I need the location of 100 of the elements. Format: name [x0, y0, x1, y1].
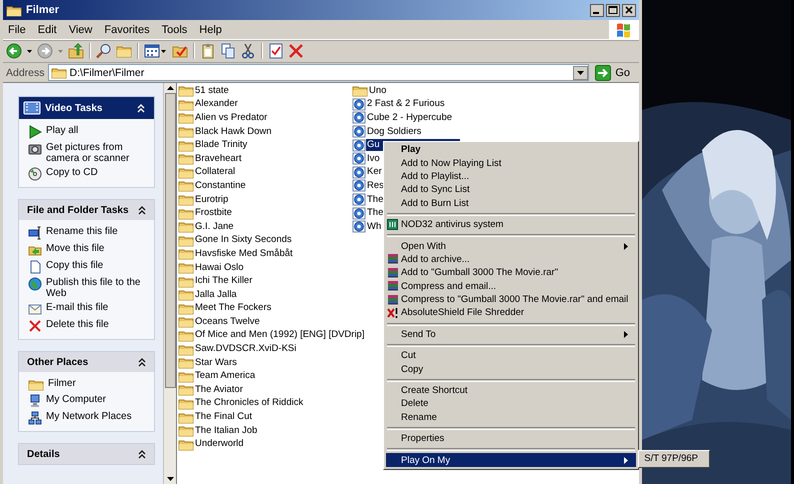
back-button[interactable] [6, 43, 22, 59]
menu-item[interactable]: Tools [156, 24, 194, 36]
menu-item[interactable]: Play On My [386, 453, 636, 467]
folder-name[interactable]: Star Wars [194, 356, 238, 369]
folder-name[interactable]: The Chronicles of Riddick [194, 397, 304, 410]
menu-item[interactable]: Cut [386, 349, 636, 362]
copy-button[interactable] [220, 43, 236, 59]
folder-name[interactable]: Jalla Jalla [194, 288, 238, 301]
scrollbar[interactable] [163, 83, 177, 484]
folder-name[interactable]: Saw.DVDSCR.XviD-KSi [194, 343, 298, 356]
collapse-chevron-icon[interactable] [136, 204, 148, 216]
folder-name[interactable]: 51 state [194, 84, 230, 97]
menu-item[interactable]: Properties [386, 432, 636, 446]
menu-item[interactable]: NOD32 antivirus system [386, 218, 636, 232]
folder-name[interactable]: Constantine [194, 180, 247, 192]
task-link[interactable]: My Computer [46, 394, 146, 405]
menu-item[interactable]: Edit [32, 24, 63, 36]
menu-item[interactable]: Help [193, 24, 228, 36]
menu-item[interactable]: Rename [386, 410, 636, 424]
video-name[interactable]: Cube 2 - Hypercube [366, 112, 454, 124]
views-button[interactable] [144, 43, 168, 59]
menu-item[interactable]: AbsoluteShield File Shredder [386, 306, 636, 320]
menu-item[interactable]: Open With [386, 239, 636, 253]
folder-name[interactable]: The Final Cut [194, 411, 254, 424]
task-link[interactable]: Filmer [48, 378, 148, 389]
task-link[interactable]: Copy to CD [46, 167, 146, 178]
folder-name[interactable]: Team America [194, 370, 256, 382]
task-header[interactable]: File and Folder Tasks [19, 200, 154, 220]
delete-button[interactable] [288, 43, 304, 59]
video-name[interactable]: Wh [366, 220, 382, 233]
folder-name[interactable]: Alexander [194, 98, 239, 110]
folder-name[interactable]: The Aviator [194, 384, 244, 396]
menu-item[interactable]: Send To [386, 328, 636, 342]
menu-item[interactable]: Play [386, 143, 636, 156]
menu-item[interactable]: Compress to "Gumball 3000 The Movie.rar" and email [386, 292, 636, 306]
address-field[interactable]: D:\Filmer\Filmer [48, 64, 590, 81]
menu-item[interactable]: Add to "Gumball 3000 The Movie.rar" [386, 266, 636, 280]
menu-item[interactable]: View [62, 24, 98, 36]
scroll-thumb[interactable] [164, 93, 176, 388]
folder-name[interactable]: Ichi The Killer [194, 275, 254, 288]
folder-name[interactable]: Eurotrip [194, 194, 230, 206]
up-folder-button[interactable] [68, 43, 84, 59]
menu-item[interactable]: Add to Sync List [386, 183, 636, 197]
task-link[interactable]: E-mail this file [46, 302, 146, 313]
menu-item[interactable]: Compress and email... [386, 280, 636, 293]
menu-item[interactable]: Add to Now Playing List [386, 156, 636, 170]
collapse-chevron-icon[interactable] [136, 448, 148, 460]
paste-button[interactable] [200, 43, 216, 59]
menu-item[interactable]: Favorites [98, 24, 156, 36]
menu-item[interactable]: Add to archive... [386, 252, 636, 266]
folder-name[interactable]: Hawai Oslo [194, 262, 245, 274]
folder-name[interactable]: Meet The Fockers [194, 302, 272, 314]
task-link[interactable]: My Network Places [46, 411, 146, 422]
video-name[interactable]: Dog Soldiers [366, 126, 422, 138]
task-link[interactable]: Get pictures from camera or scanner [46, 142, 146, 164]
menu-item[interactable]: Copy [386, 362, 636, 376]
video-name[interactable]: Ivo [366, 152, 381, 165]
task-header[interactable]: Details [19, 444, 154, 464]
video-name[interactable]: The [366, 207, 384, 220]
folder-name[interactable]: Collateral [194, 166, 236, 178]
menu-item[interactable]: Add to Burn List [386, 196, 636, 210]
close-button[interactable] [622, 4, 636, 16]
folder-name[interactable]: Gone In Sixty Seconds [194, 234, 293, 246]
task-link[interactable]: Move this file [46, 243, 146, 254]
menu-item[interactable]: Delete [386, 397, 636, 411]
folder-name[interactable]: Blade Trinity [194, 139, 248, 152]
task-link[interactable]: Rename this file [46, 226, 146, 237]
task-link[interactable]: Publish this file to the Web [46, 277, 146, 299]
folder-name[interactable]: Frostbite [194, 207, 233, 220]
properties-button[interactable] [268, 43, 284, 59]
submenu-item[interactable]: S/T 97P/96P [639, 453, 698, 464]
task-link[interactable]: Delete this file [46, 319, 146, 330]
task-header[interactable]: Other Places [19, 352, 154, 372]
task-header[interactable]: Video Tasks [19, 97, 154, 119]
collapse-chevron-icon[interactable] [135, 102, 147, 114]
folder-name[interactable]: G.I. Jane [194, 220, 235, 233]
task-link[interactable]: Copy this file [46, 260, 146, 271]
folder-name[interactable]: Of Mice and Men (1992) [ENG] [DVDrip] [194, 329, 366, 342]
menu-item[interactable]: File [3, 24, 32, 36]
folder-name[interactable]: Havsfiske Med Småbåt [194, 248, 294, 260]
video-name[interactable]: Ker [366, 166, 383, 178]
video-name[interactable]: The [366, 194, 384, 206]
folder-name[interactable]: Braveheart [194, 152, 242, 165]
folder-name[interactable]: Black Hawk Down [194, 126, 273, 138]
video-name[interactable]: 2 Fast & 2 Furious [366, 98, 446, 110]
search-button[interactable] [96, 43, 112, 59]
task-link[interactable]: Play all [46, 125, 146, 136]
cut-button[interactable] [240, 43, 256, 59]
maximize-button[interactable] [606, 4, 620, 16]
folder-name[interactable]: Uno [368, 84, 388, 97]
dropdown-button[interactable] [573, 66, 588, 80]
folder-name[interactable]: Underworld [194, 438, 245, 450]
menu-item[interactable]: Create Shortcut [386, 384, 636, 398]
folder-name[interactable]: The Italian Job [194, 424, 258, 437]
folder-name[interactable]: Alien vs Predator [194, 112, 268, 124]
video-name[interactable]: Res [366, 180, 385, 192]
collapse-chevron-icon[interactable] [136, 356, 148, 368]
folder-name[interactable]: Oceans Twelve [194, 316, 261, 328]
menu-item[interactable]: Add to Playlist... [386, 170, 636, 184]
minimize-button[interactable] [590, 4, 604, 16]
